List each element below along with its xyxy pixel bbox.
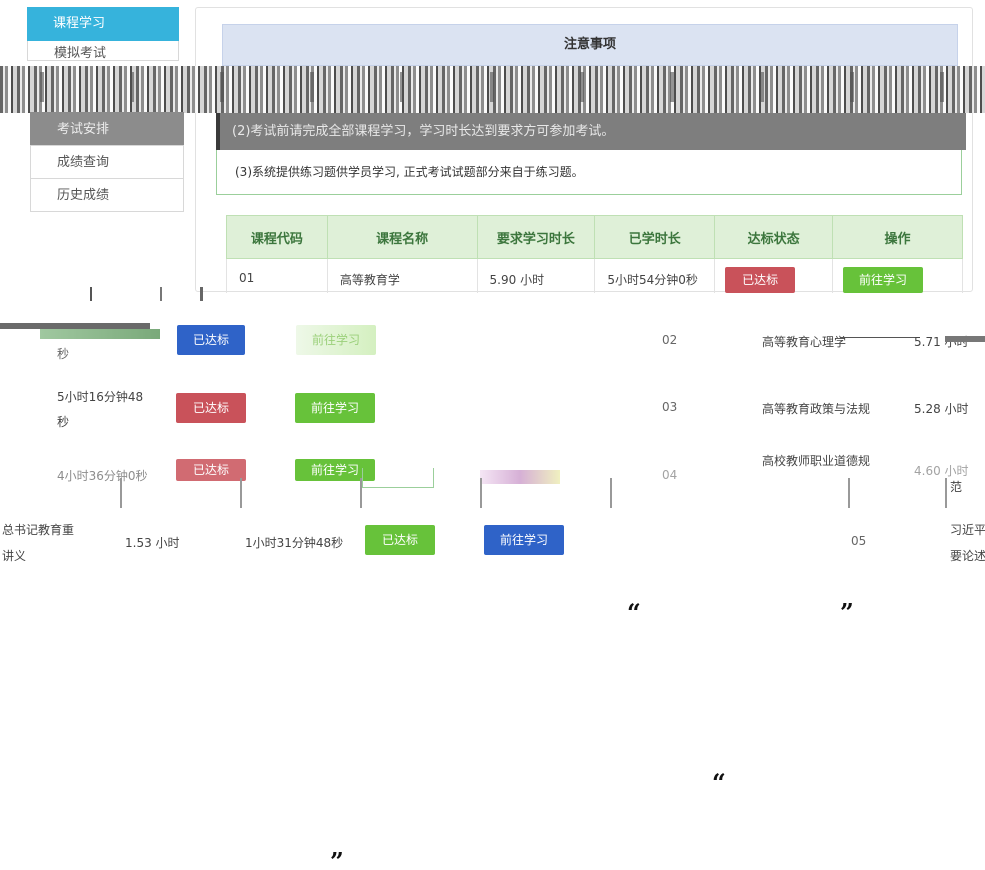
course-table: 课程代码 课程名称 要求学习时长 已学时长 达标状态 操作 01 高等教育学 5… bbox=[226, 215, 963, 293]
render-glitch-tear bbox=[848, 478, 850, 508]
nav-course-study[interactable]: 课程学习 bbox=[27, 7, 179, 41]
nav-exam-schedule[interactable]: 考试安排 bbox=[30, 112, 184, 146]
nav-history-scores[interactable]: 历史成绩 bbox=[30, 178, 184, 212]
row-b-learned-line1: 5小时16分钟48 bbox=[57, 390, 144, 404]
close-quote-mark: ” bbox=[330, 847, 344, 870]
th-course-name: 课程名称 bbox=[326, 215, 478, 259]
notice-rule-3: (3)系统提供练习题供学员学习, 正式考试试题部分来自于练习题。 bbox=[216, 150, 962, 195]
th-action: 操作 bbox=[832, 215, 963, 259]
row-c-required: 4.60 小时 bbox=[914, 464, 969, 478]
row-d-learned: 1小时31分钟48秒 bbox=[245, 536, 344, 550]
row-c-name-line2: 范 bbox=[950, 480, 963, 494]
sidebar-top: 课程学习 模拟考试 bbox=[27, 7, 179, 61]
th-learned-hours: 已学时长 bbox=[594, 215, 716, 259]
row-d-go-study-button[interactable]: 前往学习 bbox=[484, 525, 564, 555]
row-b-learned-line2: 秒 bbox=[57, 415, 70, 429]
row-a-go-study-button[interactable]: 前往学习 bbox=[296, 325, 376, 355]
row-b-required: 5.28 小时 bbox=[914, 402, 969, 416]
sidebar-lower: 考试安排 成绩查询 历史成绩 bbox=[30, 112, 184, 212]
render-glitch-tear bbox=[120, 478, 122, 508]
row-b-name: 高等教育政策与法规 bbox=[762, 402, 871, 416]
render-glitch-tear bbox=[360, 478, 362, 508]
row-b-go-study-button[interactable]: 前往学习 bbox=[295, 393, 375, 423]
row-a-name: 高等教育心理学 bbox=[762, 335, 847, 349]
row-a-status-badge: 已达标 bbox=[177, 325, 245, 355]
row-c-code: 04 bbox=[662, 468, 678, 482]
render-glitch-tear bbox=[480, 478, 482, 508]
th-course-code: 课程代码 bbox=[226, 215, 328, 259]
row-c-status-badge: 已达标 bbox=[176, 459, 246, 481]
row-d-name-left-line1: 总书记教育重 bbox=[2, 523, 75, 537]
render-glitch-smear bbox=[480, 470, 560, 484]
th-status: 达标状态 bbox=[714, 215, 834, 259]
notice-rule-2: (2)考试前请完成全部课程学习，学习时长达到要求方可参加考试。 bbox=[232, 124, 615, 139]
nav-mock-exam[interactable]: 模拟考试 bbox=[27, 41, 179, 61]
open-quote-mark: “ bbox=[627, 598, 641, 627]
row-d-name-right-line2: 要论述 bbox=[950, 549, 985, 563]
render-glitch-line bbox=[0, 287, 985, 301]
row-d-name-right-line1: 习近平 bbox=[950, 523, 985, 537]
render-glitch-smear bbox=[362, 468, 434, 488]
render-glitch-tear bbox=[945, 478, 947, 508]
render-glitch-overlay bbox=[0, 72, 985, 102]
close-quote-mark: ” bbox=[840, 598, 854, 627]
row-c-name-line1: 高校教师职业道德规 bbox=[762, 454, 871, 468]
render-glitch-smear bbox=[840, 337, 920, 338]
row-b-code: 03 bbox=[662, 400, 678, 414]
row-d-name-left-line2: 讲义 bbox=[2, 549, 27, 563]
notice-title: 注意事项 bbox=[222, 24, 958, 66]
row-d-required: 1.53 小时 bbox=[125, 536, 180, 550]
th-required-hours: 要求学习时长 bbox=[476, 215, 596, 259]
row-c-learned: 4小时36分钟0秒 bbox=[57, 469, 148, 483]
nav-score-query[interactable]: 成绩查询 bbox=[30, 145, 184, 179]
render-glitch-smear bbox=[945, 336, 985, 342]
render-glitch-tear bbox=[610, 478, 612, 508]
render-glitch-smear bbox=[40, 329, 160, 339]
row-d-code: 05 bbox=[851, 534, 867, 548]
row-a-learned: 秒 bbox=[57, 347, 70, 361]
row-a-code: 02 bbox=[662, 333, 678, 347]
row-d-status-badge: 已达标 bbox=[365, 525, 435, 555]
table-header-row: 课程代码 课程名称 要求学习时长 已学时长 达标状态 操作 bbox=[226, 215, 963, 259]
open-quote-mark: “ bbox=[712, 768, 726, 797]
render-glitch-tear bbox=[240, 478, 242, 508]
row-b-status-badge: 已达标 bbox=[176, 393, 246, 423]
